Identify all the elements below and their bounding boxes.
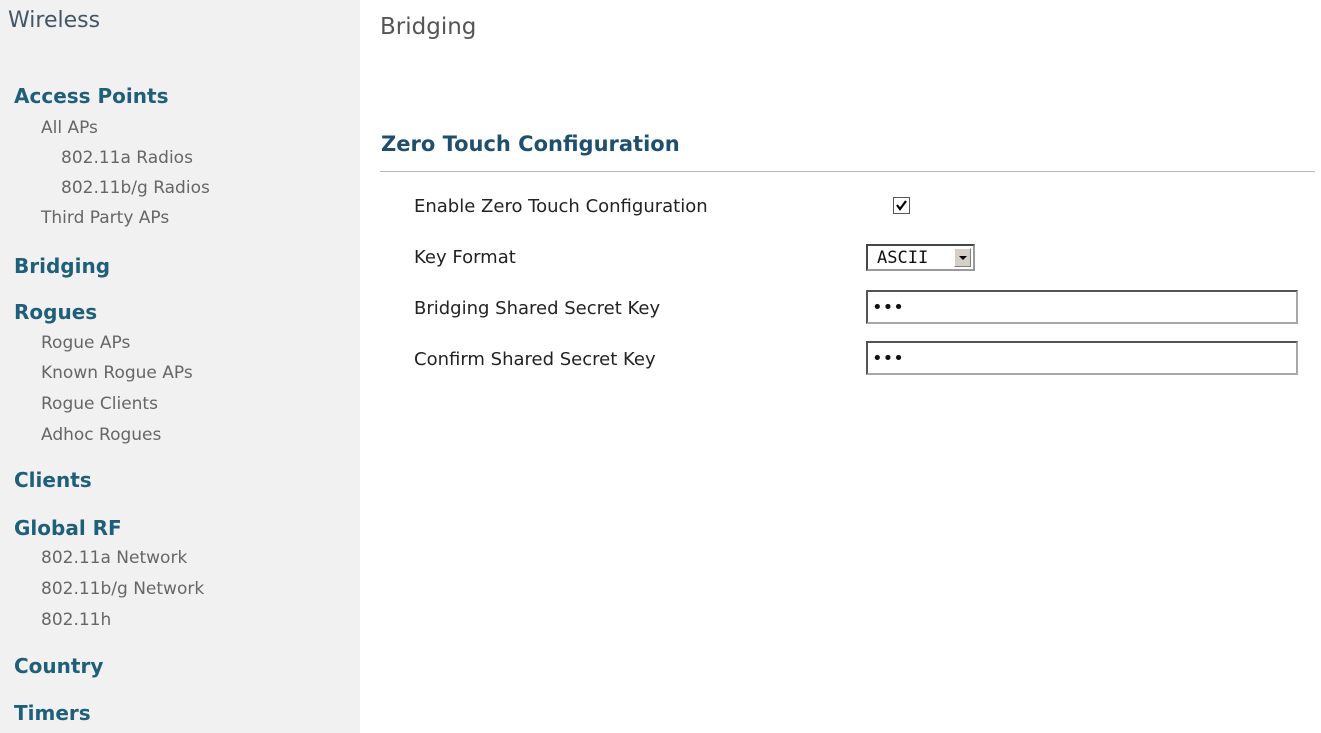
key-format-label: Key Format	[414, 247, 516, 268]
nav-adhoc-rogues[interactable]: Adhoc Rogues	[41, 425, 161, 445]
nav-rogue-aps[interactable]: Rogue APs	[41, 333, 130, 353]
nav-80211a-network[interactable]: 802.11a Network	[41, 548, 187, 568]
confirm-secret-label: Confirm Shared Secret Key	[414, 349, 656, 370]
key-format-value: ASCII	[877, 248, 929, 268]
nav-clients[interactable]: Clients	[14, 468, 92, 492]
checkmark-icon	[896, 200, 907, 211]
page: Wireless Access Points All APs 802.11a R…	[0, 0, 1321, 733]
sidebar-title: Wireless	[8, 8, 101, 33]
nav-third-party-aps[interactable]: Third Party APs	[41, 208, 169, 228]
enable-zero-touch-checkbox[interactable]	[893, 197, 910, 214]
nav-timers[interactable]: Timers	[14, 701, 91, 725]
shared-secret-label: Bridging Shared Secret Key	[414, 298, 661, 319]
confirm-secret-input[interactable]	[866, 341, 1298, 375]
sidebar: Wireless Access Points All APs 802.11a R…	[0, 0, 360, 733]
section-title: Zero Touch Configuration	[381, 132, 680, 156]
section-divider	[380, 171, 1315, 172]
key-format-select[interactable]: ASCII	[866, 244, 975, 271]
nav-global-rf[interactable]: Global RF	[14, 516, 122, 540]
nav-all-aps[interactable]: All APs	[41, 118, 98, 138]
dropdown-arrow-icon[interactable]	[954, 248, 971, 267]
nav-rogues[interactable]: Rogues	[14, 300, 97, 324]
nav-country[interactable]: Country	[14, 654, 103, 678]
page-title: Bridging	[380, 14, 477, 40]
nav-80211a-radios[interactable]: 802.11a Radios	[61, 148, 193, 168]
nav-rogue-clients[interactable]: Rogue Clients	[41, 394, 158, 414]
nav-80211h[interactable]: 802.11h	[41, 610, 111, 630]
nav-80211bg-network[interactable]: 802.11b/g Network	[41, 579, 204, 599]
nav-access-points[interactable]: Access Points	[14, 84, 168, 108]
shared-secret-input[interactable]	[866, 290, 1298, 324]
nav-bridging[interactable]: Bridging	[14, 254, 110, 278]
enable-zero-touch-label: Enable Zero Touch Configuration	[414, 196, 708, 217]
nav-known-rogue-aps[interactable]: Known Rogue APs	[41, 363, 193, 383]
nav-80211bg-radios[interactable]: 802.11b/g Radios	[61, 178, 210, 198]
